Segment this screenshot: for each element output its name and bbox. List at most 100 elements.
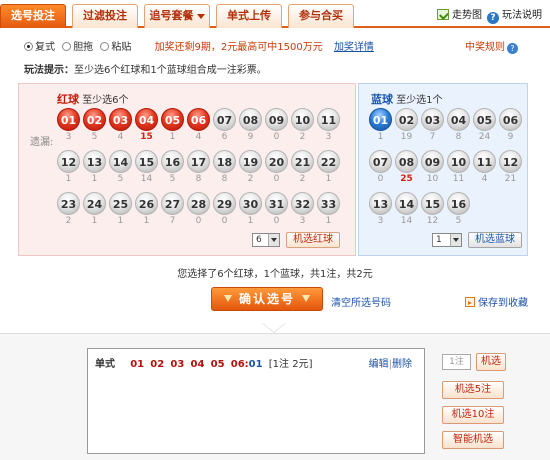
blue-ball[interactable]: 14 bbox=[395, 192, 418, 215]
blue-ball[interactable]: 07 bbox=[369, 150, 392, 173]
miss-value: 5 bbox=[117, 174, 124, 184]
radio-paste[interactable] bbox=[100, 42, 110, 51]
red-ball[interactable]: 20 bbox=[265, 150, 288, 173]
blue-ball[interactable]: 02 bbox=[395, 108, 418, 131]
random-5-button[interactable]: 机选5注 bbox=[442, 381, 504, 399]
miss-value: 4 bbox=[117, 132, 124, 142]
red-ball[interactable]: 15 bbox=[135, 150, 158, 173]
blue-ball[interactable]: 13 bbox=[369, 192, 392, 215]
entry-red-ball: 03 bbox=[170, 359, 185, 370]
red-ball[interactable]: 31 bbox=[265, 192, 288, 215]
delete-link[interactable]: 删除 bbox=[392, 359, 412, 370]
entry-red-ball: 04 bbox=[190, 359, 205, 370]
random-blue-button[interactable]: 机选蓝球 bbox=[468, 232, 522, 248]
red-ball[interactable]: 13 bbox=[83, 150, 106, 173]
red-ball[interactable]: 04 bbox=[135, 108, 158, 131]
smart-random-button[interactable]: 智能机选 bbox=[442, 431, 504, 449]
red-ball[interactable]: 11 bbox=[317, 108, 340, 131]
confirm-button[interactable]: 确认选号 bbox=[211, 287, 323, 311]
clear-selection-link[interactable]: 清空所选号码 bbox=[331, 294, 391, 309]
red-ball[interactable]: 26 bbox=[135, 192, 158, 215]
prize-rules-link[interactable]: 中奖规则? bbox=[465, 38, 518, 54]
mode-dantuo-label: 胆拖 bbox=[73, 42, 94, 53]
tab-select-bet[interactable]: 选号投注 bbox=[0, 4, 66, 28]
miss-value: 1 bbox=[117, 216, 124, 226]
blue-ball[interactable]: 04 bbox=[447, 108, 470, 131]
random-quantity-input[interactable]: 1注 bbox=[442, 354, 471, 370]
miss-value: 0 bbox=[273, 174, 280, 184]
red-ball[interactable]: 17 bbox=[187, 150, 210, 173]
tab-join-group[interactable]: 参与合买 bbox=[288, 4, 354, 28]
miss-value: 21 bbox=[504, 174, 517, 184]
blue-ball[interactable]: 08 bbox=[395, 150, 418, 173]
rules-link[interactable]: ? 玩法说明 bbox=[487, 6, 542, 24]
red-ball[interactable]: 18 bbox=[213, 150, 236, 173]
blue-ball[interactable]: 10 bbox=[447, 150, 470, 173]
promo-detail-link[interactable]: 加奖详情 bbox=[334, 42, 374, 53]
blue-ball[interactable]: 16 bbox=[447, 192, 470, 215]
tab-bar: 选号投注 过滤投注 追号套餐 单式上传 参与合买 走势图 ? 玩法说明 bbox=[0, 0, 550, 28]
blue-ball[interactable]: 01 bbox=[369, 108, 392, 131]
red-ball[interactable]: 28 bbox=[187, 192, 210, 215]
random-10-button[interactable]: 机选10注 bbox=[442, 406, 504, 424]
red-count-select[interactable]: 6 bbox=[252, 233, 280, 247]
red-ball[interactable]: 02 bbox=[83, 108, 106, 131]
radio-compound[interactable] bbox=[24, 42, 33, 51]
red-ball[interactable]: 23 bbox=[57, 192, 80, 215]
miss-value: 1 bbox=[377, 132, 384, 142]
blue-ball[interactable]: 15 bbox=[421, 192, 444, 215]
edit-link[interactable]: 编辑 bbox=[369, 359, 389, 370]
red-ball[interactable]: 30 bbox=[239, 192, 262, 215]
red-ball[interactable]: 05 bbox=[161, 108, 184, 131]
trend-chart-icon bbox=[437, 9, 449, 20]
red-ball[interactable]: 08 bbox=[239, 108, 262, 131]
blue-ball[interactable]: 11 bbox=[473, 150, 496, 173]
miss-value: 8 bbox=[221, 174, 228, 184]
entry-count: [1注 2元] bbox=[268, 359, 313, 370]
miss-value: 8 bbox=[455, 132, 462, 142]
red-ball[interactable]: 21 bbox=[291, 150, 314, 173]
random-pick-button[interactable]: 机选 bbox=[476, 353, 506, 371]
list-item[interactable]: 单式 01 02 03 04 05 06:01 [1注 2元] bbox=[95, 355, 312, 370]
miss-value: 5 bbox=[455, 216, 462, 226]
radio-dantuo[interactable] bbox=[62, 42, 72, 51]
play-hint: 玩法提示：至少选6个红球和1个蓝球组合成一注彩票。 bbox=[24, 61, 267, 76]
tab-single-upload[interactable]: 单式上传 bbox=[216, 4, 282, 28]
red-ball[interactable]: 14 bbox=[109, 150, 132, 173]
red-ball[interactable]: 22 bbox=[317, 150, 340, 173]
random-red-button[interactable]: 机选红球 bbox=[286, 232, 340, 248]
save-favorite-link[interactable]: 保存到收藏 bbox=[465, 294, 528, 309]
red-ball[interactable]: 33 bbox=[317, 192, 340, 215]
red-ball[interactable]: 12 bbox=[57, 150, 80, 173]
red-ball[interactable]: 32 bbox=[291, 192, 314, 215]
red-ball[interactable]: 25 bbox=[109, 192, 132, 215]
red-ball[interactable]: 01 bbox=[57, 108, 80, 131]
blue-count-value: 1 bbox=[436, 235, 442, 245]
tab-filter-bet[interactable]: 过滤投注 bbox=[72, 4, 138, 28]
blue-count-select[interactable]: 1 bbox=[432, 233, 462, 247]
red-ball[interactable]: 03 bbox=[109, 108, 132, 131]
red-ball[interactable]: 24 bbox=[83, 192, 106, 215]
red-ball[interactable]: 29 bbox=[213, 192, 236, 215]
prize-rules-label: 中奖规则 bbox=[465, 42, 505, 53]
red-ball[interactable]: 06 bbox=[187, 108, 210, 131]
miss-value: 2 bbox=[299, 174, 306, 184]
blue-ball[interactable]: 12 bbox=[499, 150, 522, 173]
miss-value: 25 bbox=[400, 174, 413, 184]
blue-ball[interactable]: 05 bbox=[473, 108, 496, 131]
red-ball[interactable]: 10 bbox=[291, 108, 314, 131]
blue-ball-title: 蓝球 至少选1个 bbox=[371, 91, 443, 107]
tab-follow-package[interactable]: 追号套餐 bbox=[144, 4, 210, 28]
blue-ball[interactable]: 09 bbox=[421, 150, 444, 173]
blue-ball[interactable]: 03 bbox=[421, 108, 444, 131]
blue-ball[interactable]: 06 bbox=[499, 108, 522, 131]
trend-chart-link[interactable]: 走势图 bbox=[437, 6, 482, 21]
red-ball[interactable]: 27 bbox=[161, 192, 184, 215]
red-ball[interactable]: 07 bbox=[213, 108, 236, 131]
red-ball[interactable]: 09 bbox=[265, 108, 288, 131]
miss-value: 14 bbox=[140, 174, 153, 184]
red-ball[interactable]: 16 bbox=[161, 150, 184, 173]
mode-row: 复式 胆拖 粘贴 加奖还剩9期，2元最高可中1500万元 加奖详情 bbox=[24, 38, 374, 53]
red-ball[interactable]: 19 bbox=[239, 150, 262, 173]
bet-list[interactable]: 单式 01 02 03 04 05 06:01 [1注 2元] 编辑|删除 bbox=[87, 348, 425, 454]
